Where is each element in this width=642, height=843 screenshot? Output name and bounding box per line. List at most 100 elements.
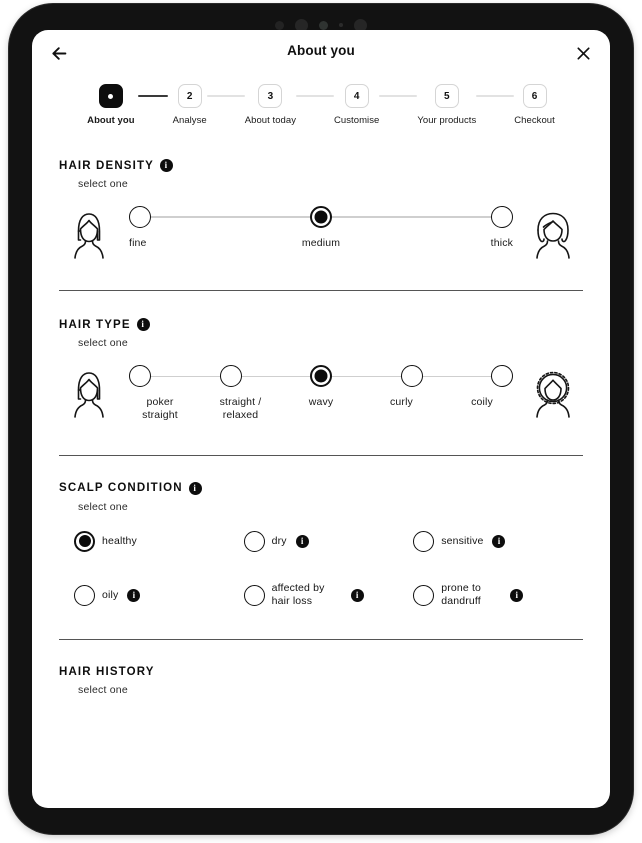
section-subtitle: select one — [78, 684, 128, 697]
radio-button[interactable] — [74, 584, 95, 606]
scale-segment — [150, 216, 311, 218]
density-option-fine[interactable] — [129, 206, 151, 228]
scalp-option-prone-to-dandruff[interactable]: prone to dandruff — [413, 582, 583, 609]
scale-segment — [240, 375, 311, 378]
info-icon[interactable] — [136, 318, 150, 332]
stepper-step-label: Your products — [417, 115, 477, 126]
info-icon[interactable] — [159, 159, 173, 172]
stepper-step-checkout[interactable]: 6 Checkout — [514, 84, 555, 126]
stepper-step-about-today[interactable]: 3 About today — [245, 84, 296, 126]
radio-button[interactable] — [413, 530, 435, 552]
stepper-step-your-products[interactable]: 5 Your products — [417, 84, 476, 126]
info-icon[interactable] — [492, 534, 506, 548]
info-icon[interactable] — [350, 588, 364, 602]
type-label-coily: coily — [471, 396, 493, 409]
density-label-fine: fine — [129, 237, 147, 249]
type-option-curly[interactable] — [400, 365, 423, 388]
density-label-thick: thick — [490, 237, 513, 249]
type-option-coily[interactable] — [491, 365, 513, 388]
face-fine-hair-icon — [59, 206, 119, 262]
option-label: oily — [102, 588, 119, 601]
stepper-step-customise[interactable]: 4 Customise — [334, 84, 379, 126]
stepper-connector — [379, 95, 418, 97]
scalp-condition-options: healthy dry sensitive oily — [74, 530, 583, 609]
type-label-poker-straight: poker straight — [142, 396, 178, 422]
type-scale-labels: poker straight straight / relaxed wavy c… — [123, 396, 519, 422]
tablet-device-frame: About you About you 2 Analyse 3 About to… — [9, 4, 633, 834]
section-hair-density: HAIR DENSITY select one — [32, 159, 610, 262]
density-option-thick[interactable] — [491, 206, 513, 228]
stepper-step-about-you[interactable]: About you — [87, 84, 135, 126]
progress-stepper: About you 2 Analyse 3 About today 4 Cust… — [32, 84, 610, 126]
scale-segment — [150, 375, 221, 378]
section-heading: SCALP CONDITION — [59, 481, 583, 495]
face-thick-hair-icon — [523, 206, 583, 262]
option-label: sensitive — [441, 534, 484, 547]
camera-sensor-icon — [275, 20, 284, 30]
section-heading: HAIR TYPE — [59, 318, 583, 332]
option-label: healthy — [102, 534, 137, 547]
info-icon[interactable] — [188, 481, 202, 495]
section-title-text: HAIR TYPE — [59, 318, 131, 331]
proximity-sensor-icon — [339, 23, 343, 27]
option-label: dry — [271, 534, 287, 547]
radio-button[interactable] — [74, 530, 95, 552]
scalp-option-dry[interactable]: dry — [243, 530, 414, 552]
option-label: affected by hair loss — [271, 581, 325, 608]
section-subtitle: select one — [78, 500, 128, 513]
info-icon[interactable] — [127, 588, 141, 602]
radio-button[interactable] — [243, 530, 265, 552]
stepper-step-label: Analyse — [172, 115, 207, 126]
info-icon[interactable] — [295, 534, 309, 548]
active-step-dot-icon — [108, 93, 114, 99]
type-option-wavy[interactable] — [310, 365, 332, 388]
option-label: prone to dandruff — [441, 581, 482, 608]
stepper-step-analyse[interactable]: 2 Analyse — [173, 84, 207, 126]
section-subtitle: select one — [78, 178, 128, 190]
scalp-option-healthy[interactable]: healthy — [74, 530, 244, 552]
scale-segment — [331, 216, 492, 218]
info-icon[interactable] — [510, 588, 524, 602]
stepper-step-label: Checkout — [514, 115, 555, 126]
section-hair-history: HAIR HISTORY select one — [32, 666, 610, 696]
screen-viewport: About you About you 2 Analyse 3 About to… — [32, 30, 610, 808]
ambient-light-sensor-icon — [319, 20, 328, 30]
section-title-text: SCALP CONDITION — [59, 482, 183, 495]
stepper-step-marker: 3 — [258, 84, 283, 108]
type-label-wavy: wavy — [308, 396, 334, 409]
section-divider — [59, 638, 583, 641]
stepper-connector — [206, 95, 245, 97]
scalp-option-affected-by-hair-loss[interactable]: affected by hair loss — [243, 581, 414, 609]
radio-button[interactable] — [413, 584, 435, 606]
type-scale: poker straight straight / relaxed wavy c… — [123, 365, 519, 422]
stepper-step-marker: 4 — [344, 84, 369, 108]
close-button[interactable] — [568, 38, 598, 68]
type-label-straight-relaxed: straight / relaxed — [219, 396, 262, 422]
stepper-step-marker: 2 — [177, 84, 202, 108]
density-scale-labels: fine medium thick — [123, 237, 519, 250]
page-title: About you — [287, 43, 355, 58]
face-coily-hair-icon — [523, 365, 583, 421]
stepper-step-marker: 6 — [522, 84, 547, 108]
section-divider — [59, 454, 583, 456]
hair-type-selector: poker straight straight / relaxed wavy c… — [59, 365, 583, 422]
section-heading: HAIR DENSITY — [59, 159, 583, 172]
scalp-option-oily[interactable]: oily — [74, 582, 244, 609]
stepper-step-marker — [98, 84, 123, 108]
section-title-text: HAIR HISTORY — [59, 666, 155, 679]
density-label-medium: medium — [301, 237, 341, 249]
scalp-option-sensitive[interactable]: sensitive — [413, 530, 583, 552]
radio-button[interactable] — [243, 584, 265, 606]
type-option-straight-relaxed[interactable] — [219, 365, 242, 388]
stepper-step-label: About today — [244, 115, 297, 126]
close-icon — [576, 46, 591, 61]
section-title-text: HAIR DENSITY — [59, 159, 154, 172]
stepper-connector — [296, 95, 335, 97]
type-option-poker-straight[interactable] — [129, 365, 151, 388]
stepper-connector — [476, 95, 515, 97]
stepper-connector-completed — [137, 95, 168, 97]
type-label-curly: curly — [390, 396, 413, 409]
stepper-step-label: Customise — [334, 115, 380, 126]
section-divider — [59, 290, 583, 292]
density-option-medium[interactable] — [310, 206, 332, 228]
